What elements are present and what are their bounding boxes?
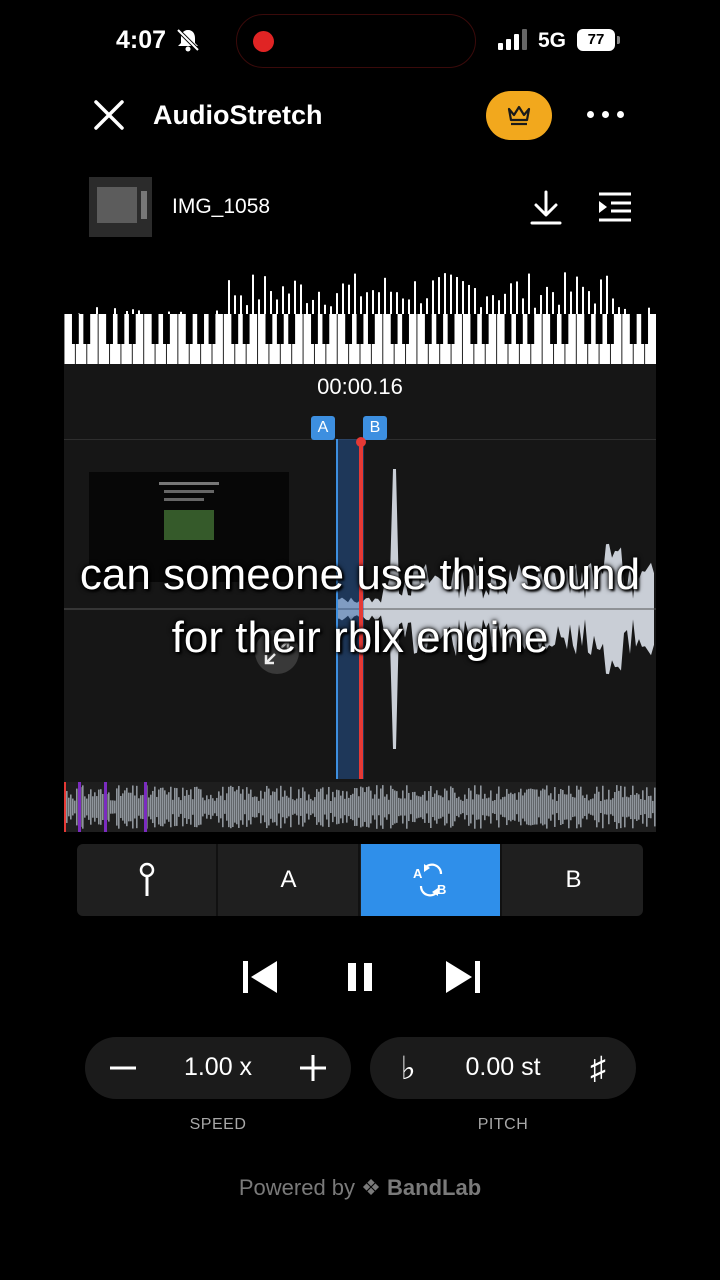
menu-icon[interactable] bbox=[597, 191, 633, 223]
loop-ab-button[interactable]: A B bbox=[361, 844, 502, 916]
pitch-sharp-button[interactable]: ♯ bbox=[578, 1049, 618, 1087]
download-icon[interactable] bbox=[529, 190, 563, 226]
marker-b[interactable]: B bbox=[363, 416, 387, 440]
pin-icon bbox=[139, 862, 154, 896]
status-time: 4:07 bbox=[116, 26, 167, 54]
speed-increase-button[interactable] bbox=[293, 1049, 333, 1087]
pitch-label: PITCH bbox=[477, 1116, 529, 1133]
plus-icon bbox=[300, 1055, 326, 1081]
svg-text:B: B bbox=[437, 882, 446, 897]
crown-icon bbox=[507, 105, 531, 126]
bandlab-logo-icon: ❖ bbox=[361, 1175, 381, 1200]
waveform-overview[interactable] bbox=[64, 782, 656, 832]
app-title: AudioStretch bbox=[153, 100, 323, 130]
pitch-control: ♭ 0.00 st ♯ bbox=[370, 1037, 636, 1099]
record-dot-icon bbox=[253, 31, 274, 52]
screen-recording-indicator[interactable] bbox=[236, 14, 476, 68]
marker-pin-button[interactable] bbox=[77, 844, 218, 916]
set-b-label: B bbox=[565, 866, 582, 893]
more-options-icon[interactable] bbox=[587, 103, 625, 127]
sharp-icon: ♯ bbox=[590, 1049, 606, 1086]
loop-ab-icon: A B bbox=[413, 863, 446, 897]
file-name: IMG_1058 bbox=[172, 195, 271, 218]
powered-by: Powered by ❖ BandLab bbox=[0, 1175, 720, 1201]
powered-by-text: Powered by bbox=[238, 1175, 356, 1200]
speed-control: 1.00 x bbox=[85, 1037, 351, 1099]
skip-back-icon[interactable] bbox=[241, 958, 281, 996]
marker-a[interactable]: A bbox=[311, 416, 335, 440]
close-icon[interactable] bbox=[92, 98, 126, 132]
loop-controls: A A B B bbox=[77, 844, 643, 916]
pause-icon[interactable] bbox=[340, 958, 380, 996]
premium-button[interactable] bbox=[486, 91, 552, 140]
set-a-button[interactable]: A bbox=[219, 844, 360, 916]
signal-icon bbox=[498, 28, 530, 50]
network-type: 5G bbox=[538, 29, 567, 52]
frequency-spectrum bbox=[78, 272, 650, 316]
speed-label: SPEED bbox=[189, 1116, 247, 1133]
set-b-button[interactable]: B bbox=[503, 844, 643, 916]
bell-off-icon bbox=[176, 28, 200, 52]
battery-icon: 77 bbox=[577, 29, 620, 51]
video-caption: can someone use this sound for their rbl… bbox=[79, 550, 641, 662]
current-time: 00:00.16 bbox=[317, 374, 403, 399]
skip-forward-icon[interactable] bbox=[442, 958, 482, 996]
video-thumbnail bbox=[89, 177, 152, 237]
piano-keyboard bbox=[64, 314, 656, 364]
svg-text:A: A bbox=[413, 866, 423, 881]
status-bar: 4:07 5G 77 bbox=[0, 0, 720, 82]
bandlab-brand[interactable]: BandLab bbox=[387, 1175, 481, 1200]
set-a-label: A bbox=[280, 866, 297, 893]
